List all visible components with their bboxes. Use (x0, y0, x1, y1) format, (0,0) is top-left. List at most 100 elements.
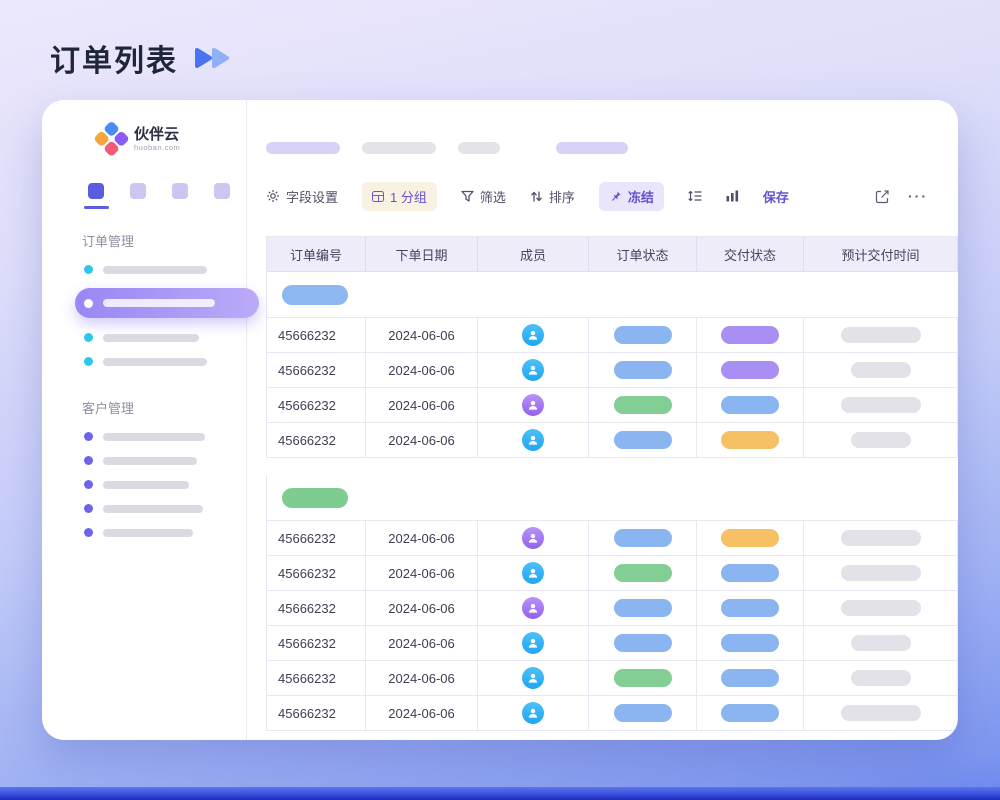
order-date-cell[interactable]: 2024-06-06 (366, 318, 478, 353)
bar-chart-icon (726, 190, 739, 202)
order-no-cell[interactable]: 45666232 (266, 388, 366, 423)
column-header[interactable]: 成员 (478, 236, 589, 272)
order-status-cell[interactable] (589, 353, 697, 388)
eta-cell[interactable] (804, 318, 958, 353)
sort-arrows-icon (530, 190, 543, 203)
sidebar-item[interactable] (84, 432, 246, 441)
delivery-status-cell[interactable] (697, 661, 804, 696)
order-no-cell[interactable]: 45666232 (266, 318, 366, 353)
order-status-cell[interactable] (589, 696, 697, 731)
sidebar-tab-3[interactable] (172, 183, 188, 199)
field-settings-button[interactable]: 字段设置 (266, 187, 338, 206)
sidebar-item[interactable] (84, 333, 246, 342)
eta-cell[interactable] (804, 388, 958, 423)
sidebar-tab-2[interactable] (130, 183, 146, 199)
eta-cell[interactable] (804, 423, 958, 458)
order-date-cell[interactable]: 2024-06-06 (366, 696, 478, 731)
order-date-cell[interactable]: 2024-06-06 (366, 521, 478, 556)
order-no-cell[interactable]: 45666232 (266, 591, 366, 626)
order-date-cell[interactable]: 2024-06-06 (366, 423, 478, 458)
order-status-cell[interactable] (589, 661, 697, 696)
column-header[interactable]: 订单编号 (266, 236, 366, 272)
member-cell[interactable] (478, 626, 589, 661)
table-rows: 456662322024-06-06456662322024-06-064566… (266, 318, 958, 458)
order-status-cell[interactable] (589, 318, 697, 353)
order-no-cell[interactable]: 45666232 (266, 556, 366, 591)
member-cell[interactable] (478, 388, 589, 423)
member-cell[interactable] (478, 696, 589, 731)
order-status-cell[interactable] (589, 556, 697, 591)
eta-cell[interactable] (804, 521, 958, 556)
sidebar-item[interactable] (84, 265, 246, 274)
delivery-status-cell[interactable] (697, 521, 804, 556)
sidebar-item[interactable] (84, 456, 246, 465)
double-play-icon (191, 46, 231, 70)
order-no-cell[interactable]: 45666232 (266, 626, 366, 661)
order-status-cell[interactable] (589, 591, 697, 626)
sidebar-item[interactable] (84, 480, 246, 489)
delivery-status-cell[interactable] (697, 556, 804, 591)
sidebar-tab-1[interactable] (88, 183, 104, 199)
order-date-cell[interactable]: 2024-06-06 (366, 661, 478, 696)
order-date-cell[interactable]: 2024-06-06 (366, 556, 478, 591)
delivery-status-cell[interactable] (697, 423, 804, 458)
order-status-cell[interactable] (589, 626, 697, 661)
order-status-cell[interactable] (589, 521, 697, 556)
member-cell[interactable] (478, 591, 589, 626)
order-date-cell[interactable]: 2024-06-06 (366, 353, 478, 388)
sidebar-item[interactable] (84, 528, 246, 537)
filter-button[interactable]: 筛选 (461, 187, 506, 206)
delivery-status-cell[interactable] (697, 591, 804, 626)
member-cell[interactable] (478, 661, 589, 696)
delivery-status-cell[interactable] (697, 696, 804, 731)
bullet-icon (84, 456, 93, 465)
share-button[interactable] (875, 189, 890, 204)
order-no-cell[interactable]: 45666232 (266, 353, 366, 388)
save-button[interactable]: 保存 (763, 187, 789, 206)
member-avatar-icon (522, 394, 544, 416)
sidebar-item-active[interactable] (75, 288, 259, 318)
order-date-cell[interactable]: 2024-06-06 (366, 388, 478, 423)
column-header[interactable]: 订单状态 (589, 236, 697, 272)
group-button[interactable]: 1 分组 (362, 182, 437, 211)
row-height-button[interactable] (688, 190, 702, 202)
member-cell[interactable] (478, 353, 589, 388)
member-cell[interactable] (478, 423, 589, 458)
sidebar-tab-4[interactable] (214, 183, 230, 199)
member-cell[interactable] (478, 318, 589, 353)
order-date-cell[interactable]: 2024-06-06 (366, 626, 478, 661)
eta-cell[interactable] (804, 353, 958, 388)
sort-button[interactable]: 排序 (530, 187, 575, 206)
eta-placeholder-pill (851, 635, 911, 651)
delivery-status-cell[interactable] (697, 318, 804, 353)
eta-placeholder-pill (851, 670, 911, 686)
order-no-cell[interactable]: 45666232 (266, 661, 366, 696)
freeze-button[interactable]: 冻结 (599, 182, 664, 211)
group-header-row[interactable] (266, 272, 958, 318)
more-button[interactable]: ··· (908, 188, 928, 204)
order-no-cell[interactable]: 45666232 (266, 696, 366, 731)
eta-cell[interactable] (804, 696, 958, 731)
member-cell[interactable] (478, 556, 589, 591)
chart-button[interactable] (726, 190, 739, 202)
order-status-cell[interactable] (589, 388, 697, 423)
eta-cell[interactable] (804, 591, 958, 626)
column-header[interactable]: 预计交付时间 (804, 236, 958, 272)
member-cell[interactable] (478, 521, 589, 556)
eta-cell[interactable] (804, 626, 958, 661)
delivery-status-cell[interactable] (697, 388, 804, 423)
sidebar-item[interactable] (84, 504, 246, 513)
order-no-cell[interactable]: 45666232 (266, 423, 366, 458)
order-status-cell[interactable] (589, 423, 697, 458)
order-date-cell[interactable]: 2024-06-06 (366, 591, 478, 626)
eta-cell[interactable] (804, 661, 958, 696)
order-no-cell[interactable]: 45666232 (266, 521, 366, 556)
delivery-status-cell[interactable] (697, 626, 804, 661)
delivery-status-cell[interactable] (697, 353, 804, 388)
sidebar-item[interactable] (84, 357, 246, 366)
column-header[interactable]: 交付状态 (697, 236, 804, 272)
eta-cell[interactable] (804, 556, 958, 591)
group-header-row[interactable] (266, 475, 958, 521)
member-avatar-icon (522, 527, 544, 549)
column-header[interactable]: 下单日期 (366, 236, 478, 272)
